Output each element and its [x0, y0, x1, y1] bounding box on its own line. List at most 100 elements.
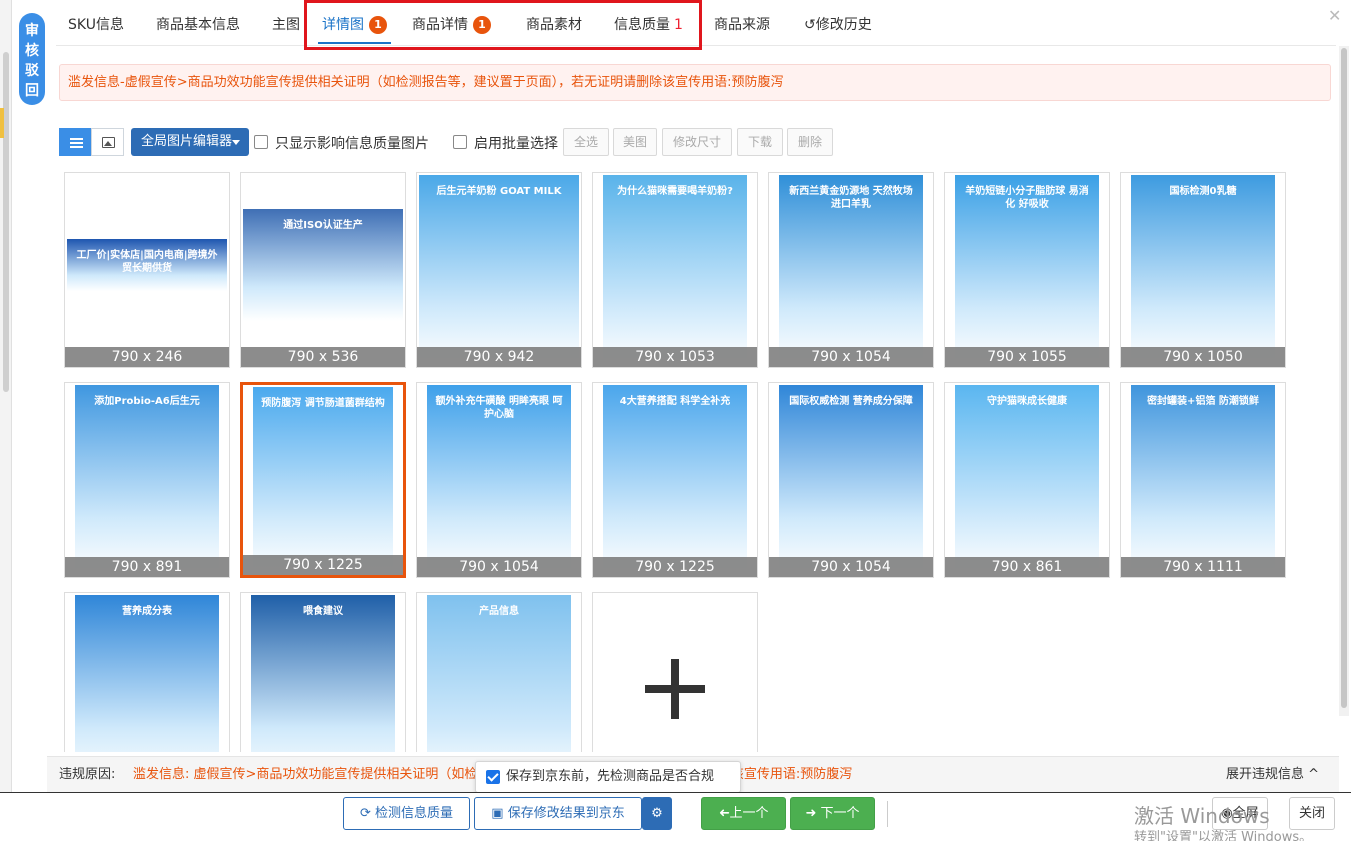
global-image-editor-button[interactable]: 全局图片编辑器	[131, 128, 249, 156]
detail-image-card[interactable]: 守护猫咪成长健康 790 x 861	[944, 382, 1110, 578]
detail-image-card[interactable]: 国标检测0乳糖 790 x 1050	[1120, 172, 1286, 368]
detail-image-card[interactable]: 预防腹泻 调节肠道菌群结构 790 x 1225	[240, 382, 406, 578]
violation-alert: 滥发信息-虚假宣传>商品功效功能宣传提供相关证明（如检测报告等，建议置于页面），…	[59, 64, 1331, 101]
tab-product-source[interactable]: 商品来源	[714, 14, 770, 44]
detail-image-card[interactable]: 产品信息	[416, 592, 582, 752]
detail-image-card[interactable]: 新西兰黄金奶源地 天然牧场 进口羊乳 790 x 1054	[768, 172, 934, 368]
save-precheck-option[interactable]: 保存到京东前，先检测商品是否合规	[475, 761, 741, 793]
caret-down-icon	[232, 140, 240, 145]
history-icon: ↺	[804, 17, 816, 33]
resize-button[interactable]: 修改尺寸	[662, 128, 732, 156]
detail-image-thumbnail: 4大营养搭配 科学全补充	[603, 385, 747, 575]
audit-rejected-badge[interactable]: 审 核 驳 回	[19, 13, 45, 105]
check-quality-button[interactable]: ⟳ 检测信息质量	[343, 797, 470, 830]
detail-image-card[interactable]: 羊奶短链小分子脂肪球 易消化 好吸收 790 x 1055	[944, 172, 1110, 368]
editor-label: 全局图片编辑器	[141, 134, 233, 149]
image-title-text: 营养成分表	[122, 606, 172, 617]
save-label: 保存修改结果到京东	[507, 806, 625, 821]
list-view-button[interactable]	[59, 128, 92, 156]
scrollbar-thumb[interactable]	[1341, 48, 1347, 708]
tab-label: SKU信息	[68, 17, 124, 33]
violation-label: 违规原因:	[59, 767, 116, 782]
detail-image-card[interactable]: 额外补充牛磺酸 明眸亮眼 呵护心脑 790 x 1054	[416, 382, 582, 578]
image-size-caption: 790 x 1111	[1121, 557, 1285, 577]
add-image-button[interactable]	[592, 592, 758, 752]
only-quality-checkbox[interactable]	[254, 135, 268, 149]
detail-image-card[interactable]: 工厂价|实体店|国内电商|跨境外贸长期供货 790 x 246	[64, 172, 230, 368]
batch-select-checkbox[interactable]	[453, 135, 467, 149]
save-to-jd-button[interactable]: ▣ 保存修改结果到京东	[474, 797, 642, 830]
detail-image-card[interactable]: 国际权威检测 营养成分保障 790 x 1054	[768, 382, 934, 578]
delete-button[interactable]: 删除	[787, 128, 833, 156]
select-all-button[interactable]: 全选	[563, 128, 609, 156]
windows-watermark-sub: 转到"设置"以激活 Windows。	[1134, 830, 1313, 841]
detail-image-card[interactable]: 喂食建议	[240, 592, 406, 752]
vertical-scrollbar[interactable]	[1339, 46, 1349, 716]
left-scrollbar-thumb[interactable]	[3, 52, 9, 392]
image-icon	[102, 137, 115, 148]
close-icon[interactable]: ✕	[1328, 6, 1341, 25]
image-title-text: 密封罐装+铝箔 防潮锁鲜	[1147, 396, 1259, 407]
detail-image-card[interactable]: 营养成分表	[64, 592, 230, 752]
prev-label: 上一个	[729, 806, 769, 821]
detail-image-card[interactable]: 4大营养搭配 科学全补充 790 x 1225	[592, 382, 758, 578]
detail-image-thumbnail: 后生元羊奶粉 GOAT MILK	[419, 175, 579, 365]
next-button[interactable]: ➜ 下一个	[790, 797, 875, 830]
grid-view-button[interactable]	[91, 128, 124, 156]
save-settings-button[interactable]: ⚙	[642, 797, 672, 830]
image-size-caption: 790 x 942	[417, 347, 581, 367]
detail-image-card[interactable]: 后生元羊奶粉 GOAT MILK 790 x 942	[416, 172, 582, 368]
image-size-caption: 790 x 1054	[769, 347, 933, 367]
detail-image-thumbnail: 守护猫咪成长健康	[955, 385, 1099, 575]
image-title-text: 产品信息	[479, 606, 519, 617]
detail-image-thumbnail: 新西兰黄金奶源地 天然牧场 进口羊乳	[779, 175, 923, 365]
detail-image-thumbnail: 产品信息	[427, 595, 571, 752]
plus-icon	[671, 659, 679, 719]
list-icon	[70, 138, 83, 148]
image-size-caption: 790 x 1053	[593, 347, 757, 367]
arrow-left-icon: ➜	[718, 806, 730, 821]
detail-image-grid: 工厂价|实体店|国内电商|跨境外贸长期供货 790 x 246 通过ISO认证生产 7…	[64, 172, 1294, 752]
save-icon: ▣	[491, 806, 508, 821]
image-toolbar: 全局图片编辑器 只显示影响信息质量图片 启用批量选择 全选 美图 修改尺寸 下载…	[59, 128, 959, 156]
image-title-text: 羊奶短链小分子脂肪球 易消化 好吸收	[965, 186, 1089, 210]
precheck-checkbox[interactable]	[486, 770, 500, 784]
detail-image-card[interactable]: 密封罐装+铝箔 防潮锁鲜 790 x 1111	[1120, 382, 1286, 578]
detail-image-card[interactable]: 添加Probio-A6后生元 790 x 891	[64, 382, 230, 578]
tab-main-image[interactable]: 主图	[272, 14, 300, 44]
image-title-text: 通过ISO认证生产	[283, 220, 363, 231]
image-title-text: 4大营养搭配 科学全补充	[619, 396, 731, 407]
refresh-icon: ⟳	[359, 806, 375, 821]
tab-label: 修改历史	[815, 17, 872, 33]
expand-violation-toggle[interactable]: 展开违规信息 ^	[1226, 757, 1319, 793]
audit-badge-char: 驳	[25, 63, 39, 79]
image-size-caption: 790 x 861	[945, 557, 1109, 577]
only-quality-label: 只显示影响信息质量图片	[275, 136, 429, 152]
divider	[887, 801, 888, 827]
image-title-text: 添加Probio-A6后生元	[94, 396, 200, 407]
image-title-text: 喂食建议	[303, 606, 343, 617]
detail-image-thumbnail: 羊奶短链小分子脂肪球 易消化 好吸收	[955, 175, 1099, 365]
image-size-caption: 790 x 246	[65, 347, 229, 367]
detail-image-card[interactable]: 通过ISO认证生产 790 x 536	[240, 172, 406, 368]
tab-label: 主图	[272, 17, 300, 33]
tab-basic-info[interactable]: 商品基本信息	[156, 14, 240, 44]
annotation-highlight-box	[304, 0, 702, 50]
left-scroll-strip	[0, 0, 12, 841]
image-title-text: 国际权威检测 营养成分保障	[789, 396, 913, 407]
download-button[interactable]: 下载	[737, 128, 783, 156]
image-title-text: 工厂价|实体店|国内电商|跨境外贸长期供货	[76, 250, 218, 274]
prev-button[interactable]: ➜ 上一个	[701, 797, 786, 830]
tab-label: 商品基本信息	[156, 17, 240, 33]
image-title-text: 为什么猫咪需要喝羊奶粉?	[617, 186, 733, 197]
audit-badge-char: 回	[25, 83, 39, 99]
detail-image-thumbnail: 喂食建议	[251, 595, 395, 752]
detail-image-card[interactable]: 为什么猫咪需要喝羊奶粉? 790 x 1053	[592, 172, 758, 368]
left-mark	[0, 108, 4, 138]
batch-select-label: 启用批量选择	[474, 136, 558, 152]
check-label: 检测信息质量	[375, 806, 454, 821]
beautify-button[interactable]: 美图	[613, 128, 657, 156]
tab-history[interactable]: ↺修改历史	[804, 14, 872, 44]
image-title-text: 守护猫咪成长健康	[987, 396, 1067, 407]
tab-sku-info[interactable]: SKU信息	[68, 14, 124, 44]
